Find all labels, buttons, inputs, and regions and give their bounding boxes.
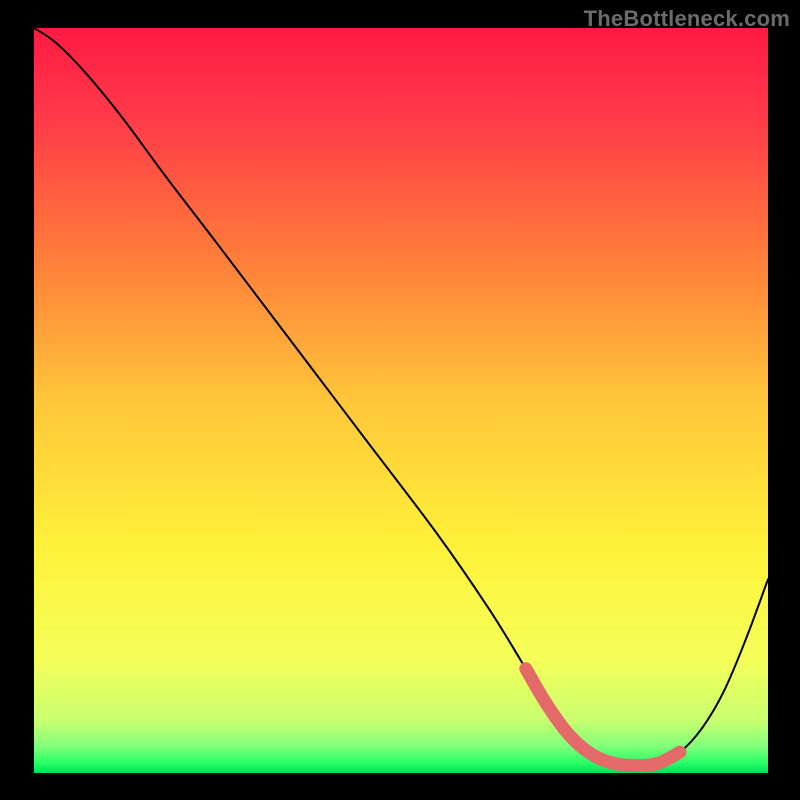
bottleneck-chart bbox=[0, 0, 800, 800]
watermark-label: TheBottleneck.com bbox=[584, 6, 790, 32]
chart-background bbox=[34, 28, 768, 773]
chart-frame: TheBottleneck.com bbox=[0, 0, 800, 800]
